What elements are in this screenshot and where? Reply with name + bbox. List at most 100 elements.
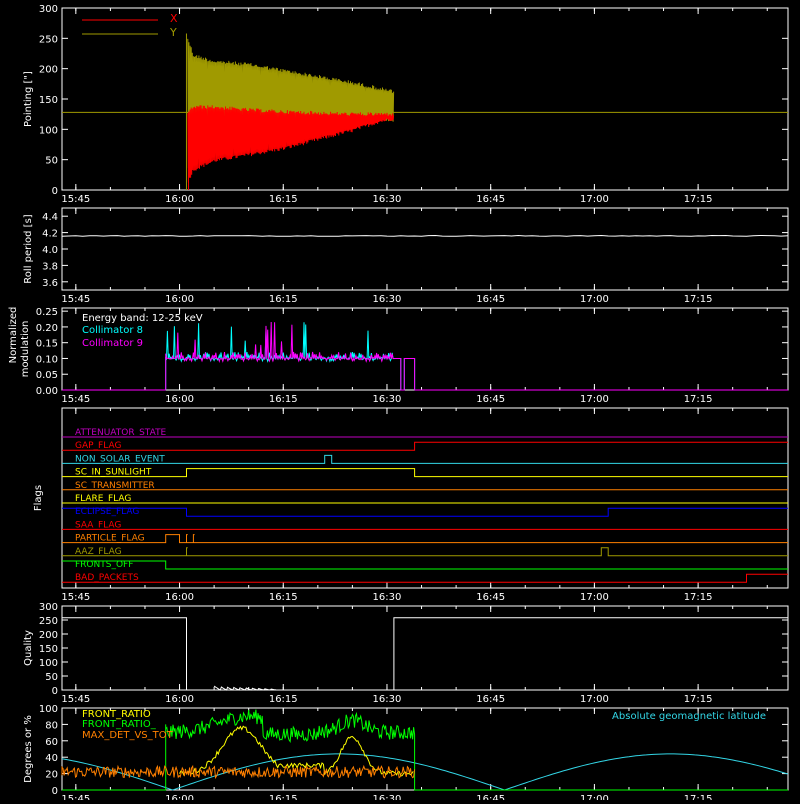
quality-xtick-label: 16:00 [165, 694, 194, 705]
pointing-ytick-label: 300 [39, 4, 58, 15]
modulation-xtick-label: 16:15 [269, 394, 298, 405]
quality-ytick-label: 250 [39, 616, 58, 627]
rates-ytick-label: 80 [45, 720, 58, 731]
quality-ytick-label: 100 [39, 658, 58, 669]
quality-xtick-label: 16:30 [373, 694, 402, 705]
modulation-ytick-label: 0.00 [36, 386, 58, 397]
quality-ytick-label: 50 [45, 672, 58, 683]
rates-ytick-label: 40 [45, 753, 58, 764]
roll-xtick-label: 17:15 [684, 294, 713, 305]
quality-series [62, 617, 788, 691]
legend-label-y: Y [169, 26, 177, 39]
quality-xtick-label: 17:15 [684, 694, 713, 705]
flags-xtick-label: 17:00 [580, 592, 609, 603]
roll-ytick-label: 3.8 [42, 261, 58, 272]
quality-xtick-label: 17:00 [580, 694, 609, 705]
modulation-xtick-label: 17:15 [684, 394, 713, 405]
pointing-xtick-label: 17:15 [684, 194, 713, 205]
rates-xtick-label: 15:45 [61, 794, 90, 800]
pointing-ytick-label: 250 [39, 34, 58, 45]
pointing-ytick-label: 0 [52, 186, 58, 197]
quality-ylabel: Quality [23, 630, 34, 666]
roll-xtick-label: 17:00 [580, 294, 609, 305]
rates-series-max-det [61, 764, 416, 780]
modulation-ytick-label: 0.20 [36, 323, 58, 334]
modulation-xtick-label: 16:00 [165, 394, 194, 405]
modulation-ytick-label: 0.05 [36, 370, 58, 381]
pointing-ytick-label: 100 [39, 125, 58, 136]
roll-series [61, 234, 789, 237]
pointing-ytick-label: 200 [39, 65, 58, 76]
modulation-xtick-label: 15:45 [61, 394, 90, 405]
roll-ytick-label: 4.0 [42, 245, 58, 256]
rates-ytick-label: 60 [45, 737, 58, 748]
pointing-xtick-label: 17:00 [580, 194, 609, 205]
pointing-xtick-label: 15:45 [61, 194, 90, 205]
modulation-legend-8: Collimator 8 [82, 325, 143, 336]
modulation-ytick-label: 0.15 [36, 339, 58, 350]
roll-frame [61, 207, 789, 291]
rates-ytick-label: 100 [39, 704, 58, 715]
rates-ylabel: Degrees or % [23, 715, 34, 783]
pointing-xtick-label: 16:00 [165, 194, 194, 205]
quality-xtick-label: 16:45 [476, 694, 505, 705]
modulation-ytick-label: 0.25 [36, 307, 58, 318]
pointing-xtick-label: 16:45 [476, 194, 505, 205]
modulation-xtick-label: 16:45 [476, 394, 505, 405]
pointing-ytick-label: 150 [39, 95, 58, 106]
quality-ytick-label: 300 [39, 602, 58, 613]
rates-xtick-label: 16:00 [165, 794, 194, 800]
quality-frame [61, 605, 789, 691]
flag-line [62, 454, 788, 464]
roll-xtick-label: 16:00 [165, 294, 194, 305]
rates-legend-max-det: MAX_DET_VS_TOT [82, 730, 174, 741]
quality-bursts [213, 685, 277, 691]
pointing-xtick-label: 16:30 [373, 194, 402, 205]
roll-ytick-label: 4.4 [42, 212, 58, 223]
quality-xtick-label: 15:45 [61, 694, 90, 705]
rates-xtick-label: 17:15 [684, 794, 713, 800]
flags-xtick-label: 16:00 [165, 592, 194, 603]
flags-xtick-label: 17:15 [684, 592, 713, 603]
roll-ytick-label: 3.6 [42, 278, 58, 289]
flags-ylabel: Flags [33, 485, 44, 511]
rates-xtick-label: 16:45 [476, 794, 505, 800]
pointing-xtick-label: 16:15 [269, 194, 298, 205]
roll-ylabel: Roll period [s] [23, 214, 34, 283]
flag-line [62, 468, 788, 478]
modulation-ylabel-1: Normalized [8, 307, 19, 364]
flag-line [62, 573, 788, 583]
roll-xtick-label: 16:15 [269, 294, 298, 305]
roll-xtick-label: 16:30 [373, 294, 402, 305]
flags-xtick-label: 16:15 [269, 592, 298, 603]
quality-ytick-label: 0 [52, 686, 58, 697]
roll-xtick-label: 15:45 [61, 294, 90, 305]
legend-label-x: X [170, 12, 178, 25]
rates-xtick-label: 16:15 [269, 794, 298, 800]
quality-xtick-label: 16:15 [269, 694, 298, 705]
flags-xtick-label: 16:30 [373, 592, 402, 603]
chart-stage: 15:45 16:00 16:15 16:30 16:45 17:00 17:15 0 50 10… [0, 0, 800, 804]
flags-frame [61, 407, 789, 589]
modulation-legend-9: Collimator 9 [82, 338, 143, 349]
quality-ytick-label: 150 [39, 644, 58, 655]
roll-xtick-label: 16:45 [476, 294, 505, 305]
pointing-series-X [187, 105, 395, 183]
flag-line [62, 441, 788, 451]
rates-xtick-label: 17:00 [580, 794, 609, 800]
modulation-annotation: Energy band: 12-25 keV [82, 313, 203, 324]
modulation-xtick-label: 16:30 [373, 394, 402, 405]
rates-legend-latitude: Absolute geomagnetic latitude [612, 711, 766, 722]
flags-xtick-label: 15:45 [61, 592, 90, 603]
flag-line [62, 547, 788, 557]
flag-line [62, 507, 788, 517]
modulation-ylabel-2: modulation [20, 321, 31, 378]
flags-xtick-label: 16:45 [476, 592, 505, 603]
flag-line [62, 560, 788, 570]
modulation-xtick-label: 17:00 [580, 394, 609, 405]
pointing-ytick-label: 50 [45, 156, 58, 167]
rates-ytick-label: 20 [45, 770, 58, 781]
rates-xtick-label: 16:30 [373, 794, 402, 800]
pointing-ylabel: Pointing ["] [23, 71, 34, 127]
rates-legend-front-ratio-2: FRONT_RATIO_ [82, 719, 157, 730]
